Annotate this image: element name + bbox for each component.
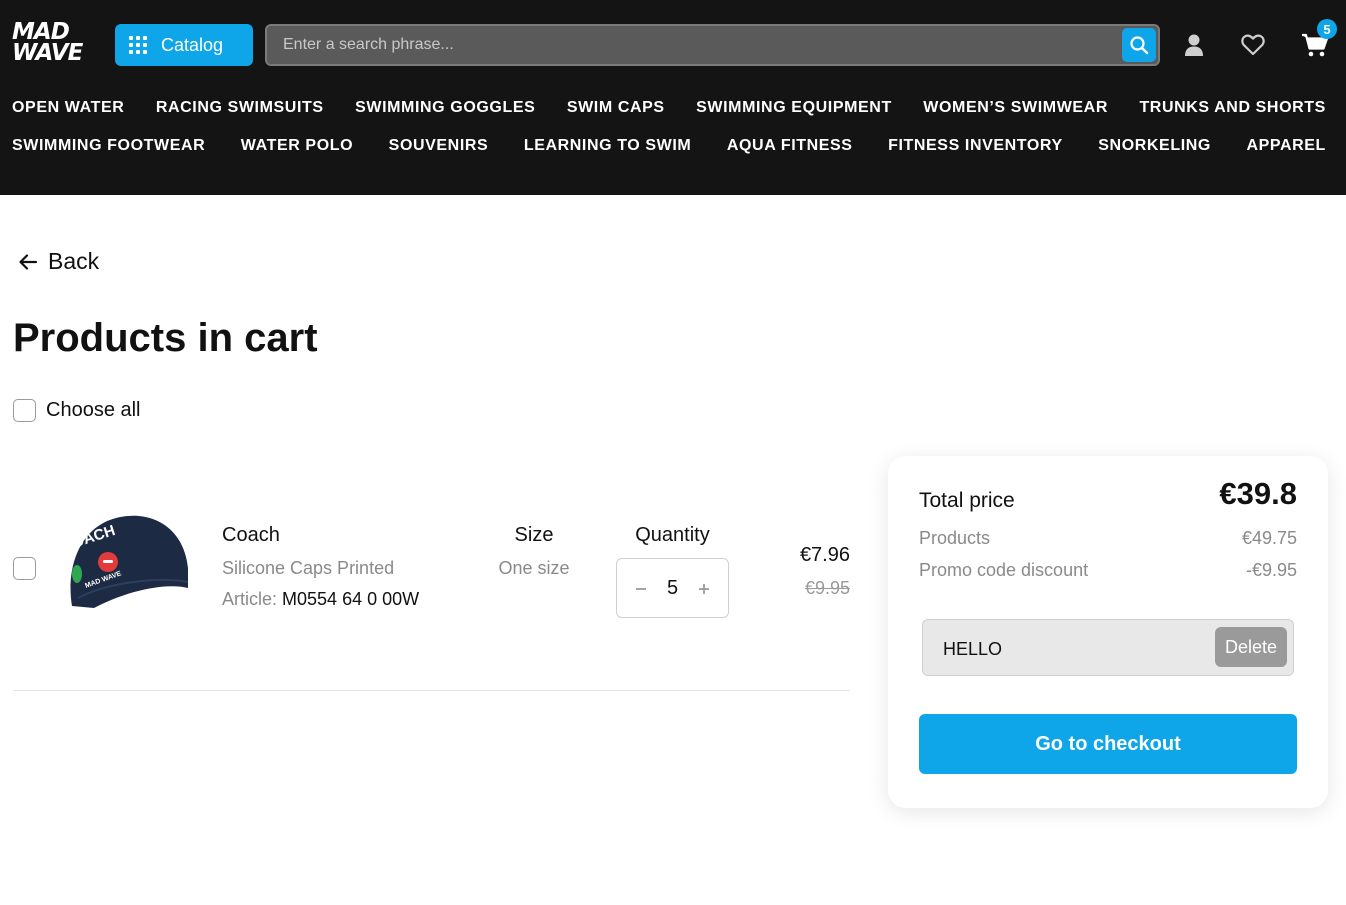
item-divider [13,690,850,691]
nav-trunks-and-shorts[interactable]: TRUNKS AND SHORTS [1139,99,1326,117]
total-price-label: Total price [919,489,1015,512]
logo-line-2: WAVE [12,40,83,66]
nav-womens-swimwear[interactable]: WOMEN’S SWIMWEAR [923,99,1108,117]
nav-snorkeling[interactable]: SNORKELING [1098,137,1211,155]
minus-icon [636,588,646,590]
increase-quantity-button[interactable] [694,575,714,601]
nav-aqua-fitness[interactable]: AQUA FITNESS [727,137,853,155]
user-icon [1185,34,1203,56]
item-price: €7.96 [799,544,850,566]
product-subtitle: Silicone Caps Printed [222,558,395,578]
cart-count-badge: 5 [1317,19,1337,39]
choose-all-row: Choose all [13,399,141,422]
promo-discount-value: -€9.95 [1245,560,1297,580]
back-label: Back [48,248,100,274]
quantity-stepper: 5 [616,558,729,618]
catalog-button[interactable]: Catalog [115,24,253,66]
products-label: Products [919,528,991,548]
products-value: €49.75 [1241,528,1297,548]
article-value: M0554 64 0 00W [282,589,420,609]
article-label: Article: [222,589,278,609]
promo-discount-label: Promo code discount [919,560,1089,580]
nav-swimming-equipment[interactable]: SWIMMING EQUIPMENT [696,99,892,117]
search-bar [265,24,1160,66]
grid-icon [129,36,147,54]
search-icon [1130,36,1149,55]
catalog-label: Catalog [161,34,224,55]
nav-racing-swimsuits[interactable]: RACING SWIMSUITS [156,99,324,117]
back-link[interactable]: Back [18,248,99,275]
delete-promo-button[interactable]: Delete [1215,627,1287,667]
page-title: Products in cart [13,316,318,360]
nav-swimming-goggles[interactable]: SWIMMING GOGGLES [355,99,535,117]
account-button[interactable] [1179,30,1209,60]
arrow-left-icon [19,253,38,270]
choose-all-label: Choose all [46,399,141,421]
nav-water-polo[interactable]: WATER POLO [241,137,353,155]
choose-all-checkbox[interactable] [13,399,36,422]
size-value: One size [498,558,570,578]
category-nav-row-1: OPEN WATER RACING SWIMSUITS SWIMMING GOG… [12,99,1326,117]
decrease-quantity-button[interactable] [631,575,651,601]
product-article: Article: M0554 64 0 00W [222,589,419,610]
mad-wave-logo[interactable]: MAD WAVE [12,21,104,68]
quantity-label: Quantity [635,524,710,546]
heart-icon [1241,34,1265,56]
nav-souvenirs[interactable]: SOUVENIRS [389,137,489,155]
promo-code-field: HELLO Delete [922,619,1294,676]
nav-swim-caps[interactable]: SWIM CAPS [567,99,665,117]
quantity-value[interactable]: 5 [667,577,678,600]
swim-cap-image: OACH MAD WAVE [70,515,189,608]
order-summary-card: Total price €39.8 Products €49.75 Promo … [888,456,1328,808]
search-button[interactable] [1122,28,1156,62]
nav-swimming-footwear[interactable]: SWIMMING FOOTWEAR [12,137,205,155]
plus-icon [699,584,709,594]
nav-open-water[interactable]: OPEN WATER [12,99,124,117]
total-price-value: €39.8 [1219,476,1297,511]
product-name[interactable]: Coach [222,524,280,547]
nav-apparel[interactable]: APPAREL [1246,137,1325,155]
product-image[interactable]: OACH MAD WAVE [64,510,194,618]
category-nav-row-2: SWIMMING FOOTWEAR WATER POLO SOUVENIRS L… [12,137,1326,155]
site-header: MAD WAVE Catalog 5 [0,0,1346,195]
search-input[interactable] [267,26,1158,64]
size-label: Size [514,524,554,546]
checkout-button[interactable]: Go to checkout [919,714,1297,774]
nav-fitness-inventory[interactable]: FITNESS INVENTORY [888,137,1063,155]
nav-learning-to-swim[interactable]: LEARNING TO SWIM [524,137,692,155]
item-old-price: €9.95 [804,578,850,598]
item-checkbox[interactable] [13,557,36,580]
favorites-button[interactable] [1238,30,1268,60]
promo-code-value: HELLO [943,639,1003,659]
